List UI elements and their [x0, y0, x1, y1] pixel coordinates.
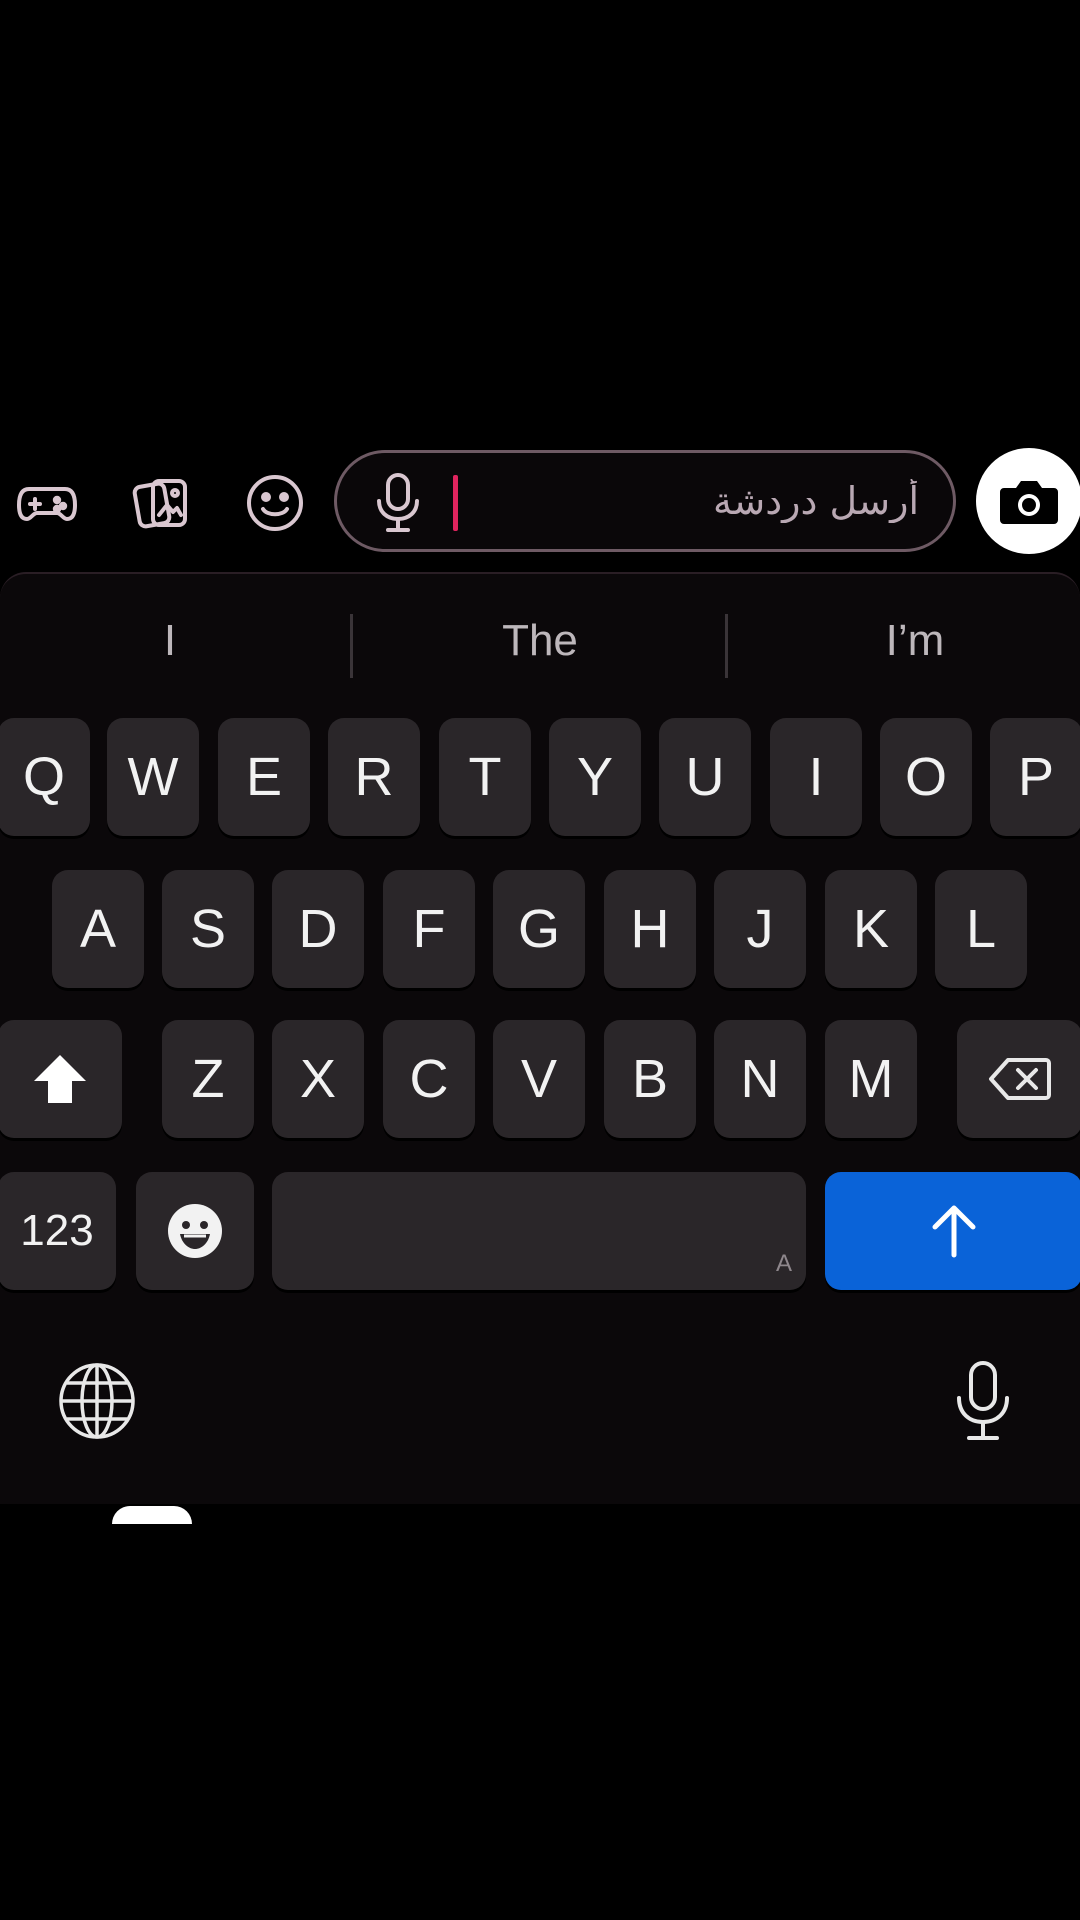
space-key[interactable]: A [272, 1172, 806, 1290]
keyboard: I The I’m Q W E R T Y U I O P A S D F G … [0, 572, 1080, 1504]
key-a[interactable]: A [52, 870, 144, 988]
globe-icon[interactable] [54, 1358, 140, 1444]
key-l[interactable]: L [935, 870, 1027, 988]
suggestion-1[interactable]: I [0, 596, 340, 686]
emoji-icon [168, 1204, 222, 1258]
key-j[interactable]: J [714, 870, 806, 988]
key-f[interactable]: F [383, 870, 475, 988]
camera-icon [1000, 481, 1058, 524]
message-input-pill[interactable] [334, 450, 956, 552]
backspace-icon [988, 1058, 1051, 1100]
suggestion-bar: I The I’m [0, 596, 1080, 686]
key-c[interactable]: C [383, 1020, 475, 1138]
key-r[interactable]: R [328, 718, 420, 836]
smiley-icon[interactable] [238, 466, 312, 540]
photo-cards-icon[interactable] [124, 466, 198, 540]
key-o[interactable]: O [880, 718, 972, 836]
key-x[interactable]: X [272, 1020, 364, 1138]
key-v[interactable]: V [493, 1020, 585, 1138]
key-m[interactable]: M [825, 1020, 917, 1138]
key-h[interactable]: H [604, 870, 696, 988]
key-b[interactable]: B [604, 1020, 696, 1138]
text-caret [453, 475, 458, 531]
key-q[interactable]: Q [0, 718, 90, 836]
suggestion-divider [350, 614, 353, 678]
key-i[interactable]: I [770, 718, 862, 836]
space-language-hint: A [775, 1250, 792, 1277]
home-indicator [112, 1506, 192, 1524]
emoji-key[interactable] [136, 1172, 254, 1290]
send-key[interactable] [825, 1172, 1080, 1290]
key-z[interactable]: Z [162, 1020, 254, 1138]
dictation-microphone-icon[interactable] [940, 1358, 1026, 1444]
screen: I The I’m Q W E R T Y U I O P A S D F G … [0, 0, 1080, 1920]
suggestion-3[interactable]: I’m [745, 596, 1080, 686]
key-y[interactable]: Y [549, 718, 641, 836]
key-d[interactable]: D [272, 870, 364, 988]
camera-button[interactable] [976, 448, 1080, 554]
key-g[interactable]: G [493, 870, 585, 988]
suggestion-2[interactable]: The [370, 596, 710, 686]
up-arrow-icon [932, 1205, 975, 1258]
numbers-mode-key[interactable]: 123 [0, 1172, 116, 1290]
chat-input-bar [0, 448, 1080, 558]
microphone-icon[interactable] [373, 473, 423, 533]
key-n[interactable]: N [714, 1020, 806, 1138]
delete-key[interactable] [957, 1020, 1080, 1138]
key-u[interactable]: U [659, 718, 751, 836]
key-s[interactable]: S [162, 870, 254, 988]
game-controller-icon[interactable] [10, 466, 84, 540]
chat-message-input[interactable] [467, 453, 919, 549]
key-t[interactable]: T [439, 718, 531, 836]
shift-arrow-icon [34, 1055, 86, 1103]
shift-key[interactable] [0, 1020, 122, 1138]
key-e[interactable]: E [218, 718, 310, 836]
key-k[interactable]: K [825, 870, 917, 988]
suggestion-divider [725, 614, 728, 678]
key-w[interactable]: W [107, 718, 199, 836]
key-p[interactable]: P [990, 718, 1080, 836]
